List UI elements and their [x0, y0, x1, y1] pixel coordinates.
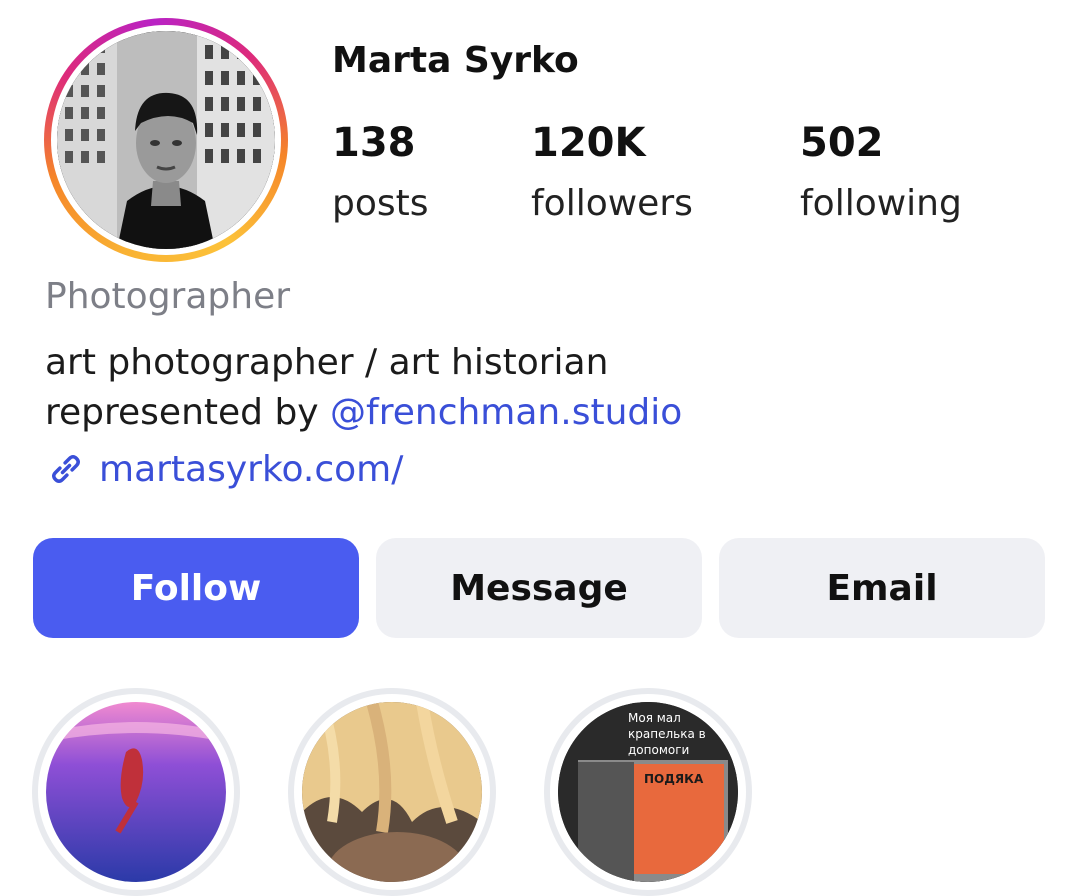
stat-followers[interactable]: 120K followers	[531, 118, 693, 226]
caption-line-1: Моя мал	[628, 711, 681, 725]
bio-mention-link[interactable]: @frenchman.studio	[330, 392, 682, 433]
email-button[interactable]: Email	[719, 538, 1045, 638]
link-icon	[52, 455, 80, 483]
stat-posts[interactable]: 138 posts	[332, 118, 429, 226]
story-highlight-2[interactable]	[288, 688, 496, 896]
avatar-image	[57, 31, 275, 249]
caption-line-3: допомоги	[628, 743, 690, 757]
profile-name: Marta Syrko	[332, 40, 579, 81]
story-highlight-3[interactable]: Моя мал крапелька в допомоги ПОДЯКА	[544, 688, 752, 896]
profile-avatar-ring[interactable]	[44, 18, 288, 262]
highlight-border	[38, 694, 234, 890]
follow-button[interactable]: Follow	[33, 538, 359, 638]
profile-category: Photographer	[45, 276, 291, 317]
website-link[interactable]: martasyrko.com/	[45, 448, 403, 490]
bio-line-2: represented by @frenchman.studio	[45, 388, 682, 438]
highlight-border: Моя мал крапелька в допомоги ПОДЯКА	[550, 694, 746, 890]
message-button[interactable]: Message	[376, 538, 702, 638]
story-highlight-1[interactable]	[32, 688, 240, 896]
highlight-border	[294, 694, 490, 890]
website-text: martasyrko.com/	[99, 448, 404, 490]
highlight-image-1	[46, 702, 226, 882]
avatar-border	[51, 25, 281, 255]
highlight-3-card-title: ПОДЯКА	[644, 772, 704, 786]
stat-followers-label: followers	[531, 183, 693, 224]
avatar[interactable]	[57, 31, 275, 249]
profile-bio: art photographer / art historian represe…	[45, 338, 682, 438]
stat-following-count: 502	[800, 120, 884, 166]
stat-posts-count: 138	[332, 120, 416, 166]
stat-posts-label: posts	[332, 183, 429, 224]
highlight-3-caption: Моя мал крапелька в допомоги	[628, 710, 706, 758]
caption-line-2: крапелька в	[628, 727, 706, 741]
bio-line-1: art photographer / art historian	[45, 342, 609, 383]
stat-followers-count: 120K	[531, 120, 646, 166]
stat-following-label: following	[800, 183, 962, 224]
highlight-image-3: Моя мал крапелька в допомоги ПОДЯКА	[558, 702, 738, 882]
stat-following[interactable]: 502 following	[800, 118, 962, 226]
highlight-image-2	[302, 702, 482, 882]
bio-prefix: represented by	[45, 392, 331, 433]
